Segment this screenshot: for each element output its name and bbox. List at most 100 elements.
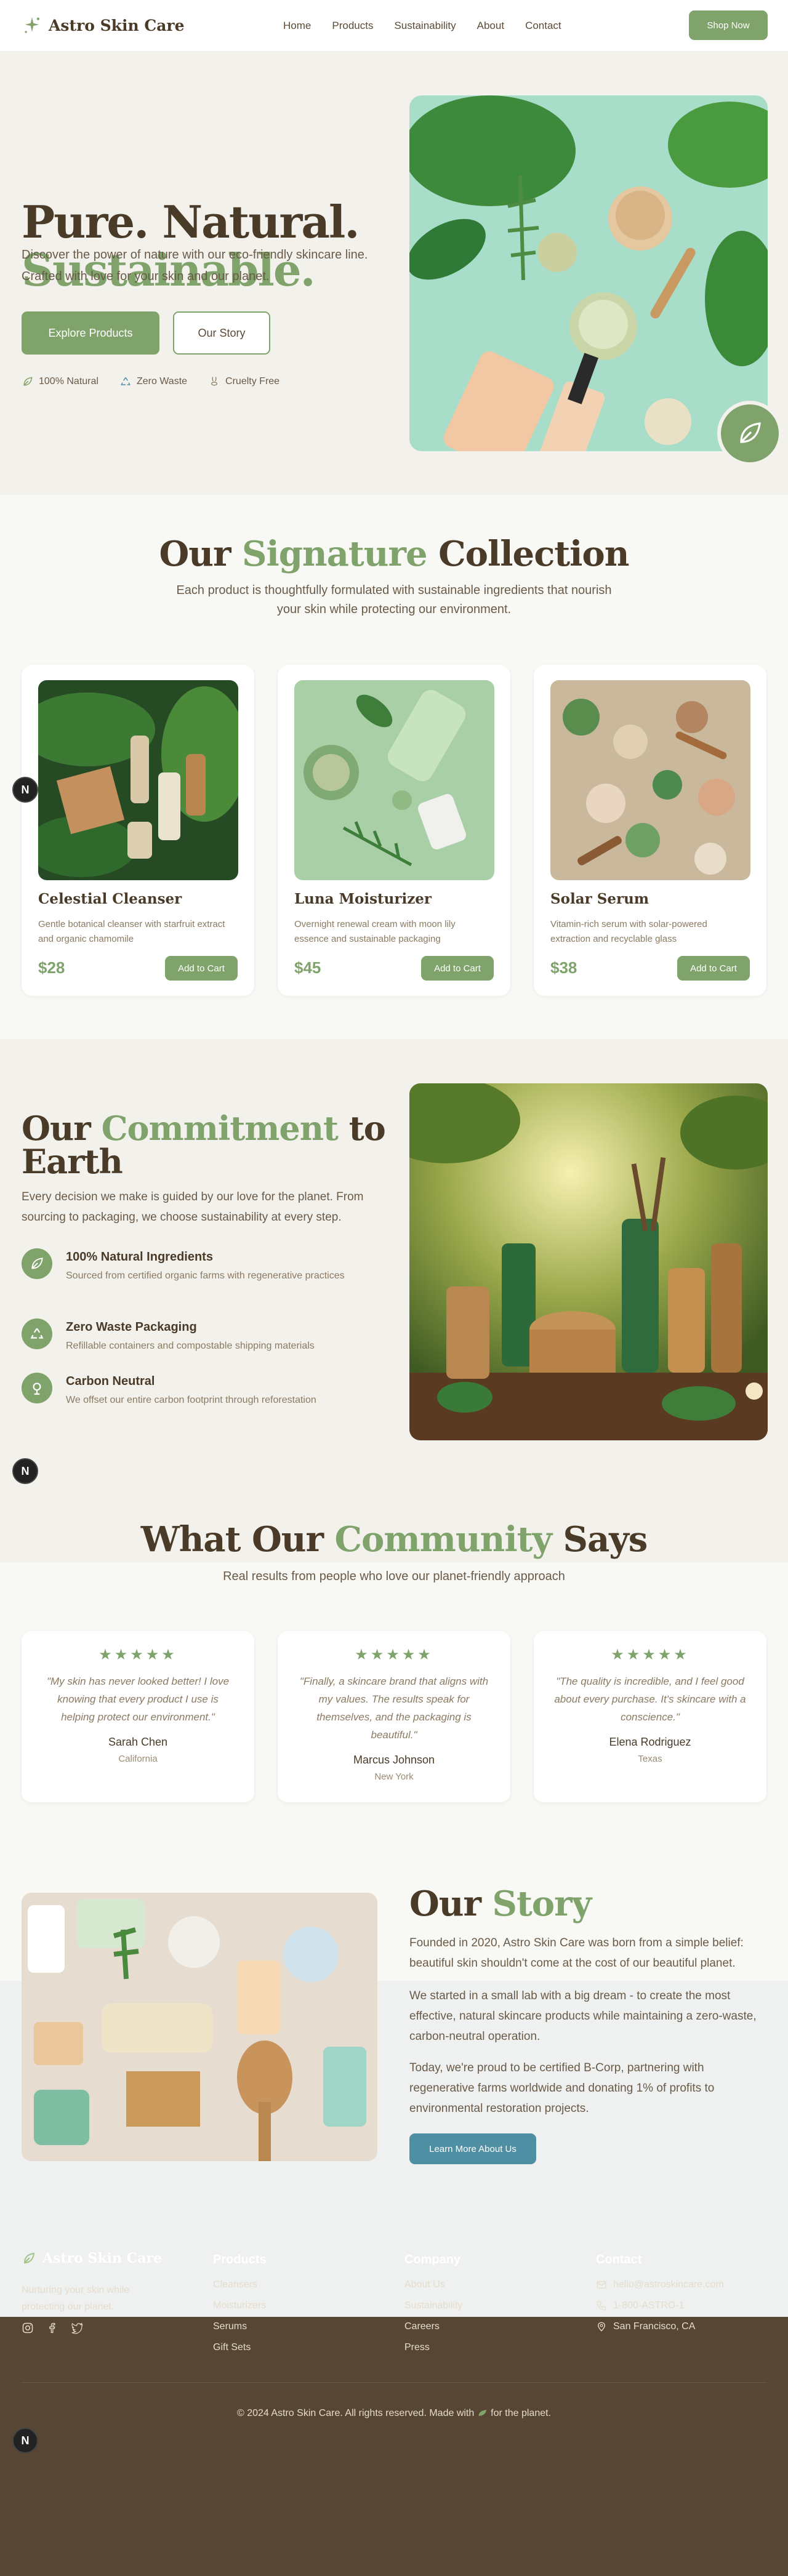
star-rating: ★★★★★ bbox=[98, 1647, 177, 1663]
feature-title: Zero Waste Packaging bbox=[66, 1320, 197, 1334]
product-price: $38 bbox=[550, 958, 577, 977]
feature-desc: We offset our entire carbon footprint th… bbox=[66, 1395, 316, 1405]
leaf-icon bbox=[478, 2410, 487, 2416]
testimonial-name: Elena Rodriguez bbox=[609, 1736, 691, 1748]
hero-product-image bbox=[409, 95, 768, 451]
floating-badge[interactable]: N bbox=[12, 2428, 38, 2454]
testimonial-quote: "The quality is incredible, and I feel g… bbox=[554, 1675, 746, 1723]
testimonial-quote: "My skin has never looked better! I love… bbox=[46, 1675, 230, 1723]
recycle-icon bbox=[22, 1318, 52, 1349]
footer-column-title: Company bbox=[404, 2253, 461, 2266]
story-title: Our Story bbox=[409, 1884, 592, 1924]
footer-link-moisturizers[interactable]: Moisturizers bbox=[213, 2300, 267, 2311]
map-pin-icon bbox=[598, 2322, 605, 2332]
footer-link-careers[interactable]: Careers bbox=[404, 2321, 462, 2332]
learn-more-button[interactable]: Learn More About Us bbox=[409, 2133, 536, 2164]
our-story-button[interactable]: Our Story bbox=[173, 311, 270, 355]
feature-title: Carbon Neutral bbox=[66, 1374, 155, 1388]
footer-link-gift-sets[interactable]: Gift Sets bbox=[213, 2342, 267, 2353]
testimonials-title: What Our Community Says bbox=[140, 1519, 648, 1560]
floating-badge[interactable]: N bbox=[12, 777, 38, 803]
leaf-icon bbox=[23, 2252, 35, 2264]
nav-link-home[interactable]: Home bbox=[283, 20, 311, 32]
product-illustration bbox=[294, 680, 494, 880]
feature-item: 100% Natural Ingredients Sourced from cer… bbox=[22, 1248, 374, 1284]
globe-icon bbox=[22, 1373, 52, 1403]
facebook-icon[interactable] bbox=[46, 2322, 58, 2334]
eco-leaf-badge bbox=[717, 401, 782, 466]
star-rating: ★★★★★ bbox=[611, 1647, 690, 1663]
shop-now-button[interactable]: Shop Now bbox=[689, 10, 768, 40]
hero-badges: 100% Natural Zero Waste Cruelty Free bbox=[22, 375, 279, 388]
instagram-icon[interactable] bbox=[22, 2322, 34, 2334]
nav-links: Home Products Sustainability About Conta… bbox=[283, 0, 561, 52]
top-nav: Astro Skin Care Home Products Sustainabi… bbox=[0, 0, 788, 52]
testimonials-subtitle: Real results from people who love our pl… bbox=[223, 1570, 565, 1583]
product-image bbox=[294, 680, 494, 880]
testimonial-location: New York bbox=[374, 1772, 414, 1782]
testimonial-card: ★★★★★ "My skin has never looked better! … bbox=[22, 1631, 254, 1802]
hero-lead: Discover the power of nature with our ec… bbox=[22, 248, 368, 283]
star-rating: ★★★★★ bbox=[355, 1647, 433, 1663]
footer-link-cleansers[interactable]: Cleansers bbox=[213, 2279, 267, 2290]
story-paragraph: Today, we're proud to be certified B-Cor… bbox=[409, 2061, 715, 2115]
testimonial-location: Texas bbox=[638, 1754, 662, 1764]
footer-link-about-us[interactable]: About Us bbox=[404, 2279, 462, 2290]
commitment-title: Our Commitment to Earth bbox=[22, 1109, 386, 1181]
badge-zero-waste: Zero Waste bbox=[119, 375, 187, 388]
product-illustration bbox=[38, 680, 238, 880]
nav-link-about[interactable]: About bbox=[477, 20, 504, 32]
feature-item: Carbon Neutral We offset our entire carbo… bbox=[22, 1373, 374, 1408]
leaf-icon bbox=[740, 422, 761, 443]
product-name: Celestial Cleanser bbox=[38, 891, 182, 907]
footer-column-title: Products bbox=[213, 2253, 267, 2266]
commitment-illustration bbox=[409, 1083, 768, 1440]
hero-illustration bbox=[409, 95, 768, 451]
brand-logo[interactable]: Astro Skin Care bbox=[22, 15, 185, 36]
product-image bbox=[38, 680, 238, 880]
footer-link-serums[interactable]: Serums bbox=[213, 2321, 267, 2332]
collection-title: Our Signature Collection bbox=[159, 534, 630, 574]
rabbit-icon bbox=[211, 377, 217, 386]
commitment-image bbox=[409, 1083, 768, 1440]
story-paragraph: Founded in 2020, Astro Skin Care was bor… bbox=[409, 1936, 744, 1970]
testimonial-card: ★★★★★ "Finally, a skincare brand that al… bbox=[278, 1631, 510, 1802]
product-image bbox=[550, 680, 750, 880]
footer-products-column: Products Cleansers Moisturizers Serums G… bbox=[213, 2253, 267, 2363]
testimonial-name: Marcus Johnson bbox=[353, 1754, 435, 1766]
product-name: Solar Serum bbox=[550, 891, 649, 907]
footer-link-press[interactable]: Press bbox=[404, 2342, 462, 2353]
product-card: Luna Moisturizer Overnight renewal cream… bbox=[278, 665, 510, 996]
testimonial-location: California bbox=[118, 1754, 158, 1764]
leaf-icon bbox=[23, 377, 33, 386]
add-to-cart-button[interactable]: Add to Cart bbox=[165, 956, 238, 981]
leaf-icon bbox=[22, 1248, 52, 1279]
floating-badge[interactable]: N bbox=[12, 1458, 38, 1484]
product-price: $45 bbox=[294, 958, 321, 977]
add-to-cart-button[interactable]: Add to Cart bbox=[421, 956, 494, 981]
copyright: © 2024 Astro Skin Care. All rights reser… bbox=[236, 2408, 552, 2418]
footer-link-sustainability[interactable]: Sustainability bbox=[404, 2300, 462, 2311]
nav-link-products[interactable]: Products bbox=[332, 20, 373, 32]
testimonial-card: ★★★★★ "The quality is incredible, and I … bbox=[534, 1631, 766, 1802]
brand-name: Astro Skin Care bbox=[49, 17, 185, 34]
footer-phone[interactable]: 1-800-ASTRO-1 bbox=[596, 2300, 724, 2311]
story-paragraph: We started in a small lab with a big dre… bbox=[409, 1989, 757, 2043]
testimonial-quote: "Finally, a skincare brand that aligns w… bbox=[299, 1675, 489, 1741]
footer-email[interactable]: hello@astroskincare.com bbox=[596, 2279, 724, 2290]
commitment-lead: Every decision we make is guided by our … bbox=[22, 1190, 364, 1224]
footer-tagline: Nurturing your skin while protecting our… bbox=[22, 2285, 130, 2312]
add-to-cart-button[interactable]: Add to Cart bbox=[677, 956, 750, 981]
footer-company-column: Company About Us Sustainability Careers … bbox=[404, 2253, 462, 2363]
badge-natural: 100% Natural bbox=[22, 375, 98, 388]
nav-link-sustainability[interactable]: Sustainability bbox=[394, 20, 456, 32]
nav-link-contact[interactable]: Contact bbox=[525, 20, 561, 32]
explore-products-button[interactable]: Explore Products bbox=[22, 311, 159, 355]
feature-desc: Refillable containers and compostable sh… bbox=[66, 1341, 315, 1351]
story-illustration bbox=[22, 1893, 377, 2161]
sparkle-logo-icon bbox=[25, 17, 40, 33]
story-image bbox=[22, 1893, 377, 2161]
footer-logo[interactable]: Astro Skin Care bbox=[22, 2250, 162, 2266]
footer-contact-column: Contact hello@astroskincare.com 1-800-AS… bbox=[596, 2253, 724, 2342]
twitter-icon[interactable] bbox=[71, 2322, 83, 2334]
